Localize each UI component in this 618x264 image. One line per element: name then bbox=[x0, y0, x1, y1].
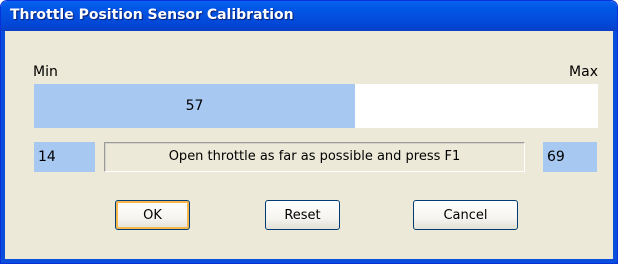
calibration-dialog: Throttle Position Sensor Calibration Min… bbox=[0, 0, 618, 264]
title-bar[interactable]: Throttle Position Sensor Calibration bbox=[1, 1, 617, 31]
max-label: Max bbox=[569, 64, 598, 80]
throttle-position-bar: 57 bbox=[34, 84, 598, 128]
max-value-box: 69 bbox=[543, 142, 597, 172]
window-title: Throttle Position Sensor Calibration bbox=[10, 7, 294, 23]
reset-button[interactable]: Reset bbox=[265, 200, 340, 230]
min-label: Min bbox=[33, 64, 58, 80]
throttle-position-value: 57 bbox=[185, 98, 204, 114]
min-value-box: 14 bbox=[34, 142, 95, 172]
window-frame-left bbox=[1, 31, 5, 263]
cancel-button[interactable]: Cancel bbox=[413, 200, 518, 230]
window-frame-right bbox=[613, 31, 617, 263]
instruction-message: Open throttle as far as possible and pre… bbox=[104, 142, 525, 172]
ok-button[interactable]: OK bbox=[115, 200, 190, 230]
window-frame-bottom bbox=[1, 259, 617, 263]
